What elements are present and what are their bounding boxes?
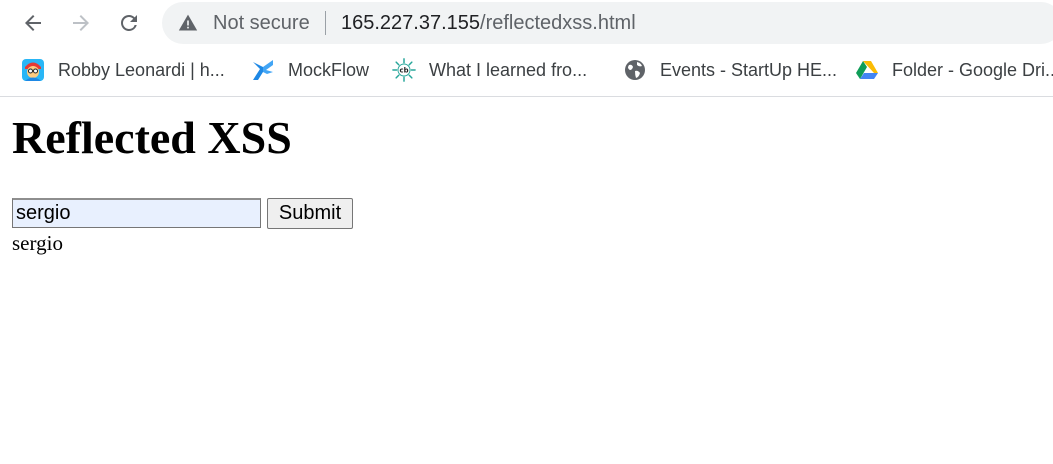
page-content: Reflected XSS Submit sergio [0, 98, 1053, 464]
browser-toolbar: Not secure 165.227.37.155/reflectedxss.h… [0, 0, 1053, 46]
url-path: /reflectedxss.html [480, 12, 636, 34]
arrow-right-icon [73, 15, 89, 31]
cartoon-avatar-icon [21, 58, 45, 82]
google-drive-icon [855, 58, 879, 82]
bookmark-label: Robby Leonardi | h... [58, 59, 225, 80]
reload-button[interactable] [112, 6, 146, 40]
url-host: 165.227.37.155 [341, 12, 481, 34]
cb-logo-icon: cb [392, 58, 416, 82]
submit-button[interactable]: Submit [267, 198, 353, 229]
name-input[interactable] [12, 198, 261, 228]
back-button[interactable] [16, 6, 50, 40]
mockflow-logo-icon [251, 58, 275, 82]
bookmark-label: What I learned fro... [429, 59, 588, 80]
bookmark-google-drive-folder[interactable]: Folder - Google Dri... [855, 56, 1053, 84]
globe-icon [623, 58, 647, 82]
bookmark-label: Folder - Google Dri... [892, 59, 1053, 80]
address-bar[interactable]: Not secure 165.227.37.155/reflectedxss.h… [162, 2, 1053, 44]
bookmark-events-startup[interactable]: Events - StartUp HE... [623, 56, 837, 84]
warning-triangle-icon[interactable] [178, 13, 198, 33]
forward-button[interactable] [64, 6, 98, 40]
address-separator [325, 11, 326, 35]
security-status[interactable]: Not secure [213, 12, 310, 34]
reflected-output: sergio [12, 231, 63, 255]
bookmarks-bar: Robby Leonardi | h... MockFlow cb What I… [0, 46, 1053, 97]
reload-icon [121, 14, 137, 31]
bookmark-robby-leonardi[interactable]: Robby Leonardi | h... [21, 56, 225, 84]
bookmark-label: MockFlow [288, 59, 370, 80]
bookmark-label: Events - StartUp HE... [660, 59, 838, 80]
url-text[interactable]: 165.227.37.155/reflectedxss.html [341, 12, 636, 34]
bookmark-what-i-learned[interactable]: cb What I learned fro... [392, 56, 587, 84]
bookmark-mockflow[interactable]: MockFlow [251, 56, 369, 84]
svg-text:cb: cb [399, 67, 408, 75]
page-title: Reflected XSS [12, 112, 292, 163]
arrow-left-icon [25, 15, 41, 31]
